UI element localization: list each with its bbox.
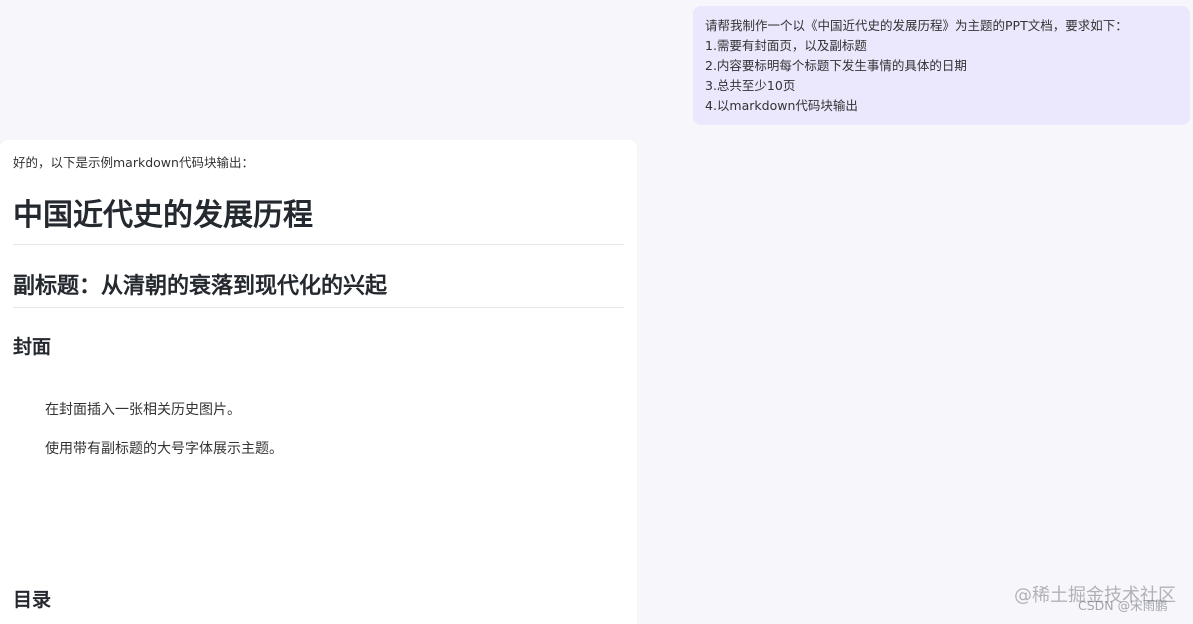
assistant-intro-text: 好的，以下是示例markdown代码块输出： xyxy=(13,155,254,170)
user-message-line: 1.需要有封面页，以及副标题 xyxy=(705,38,867,53)
markdown-h3-toc: 目录 xyxy=(13,589,52,611)
user-message-bubble: 请帮我制作一个以《中国近代史的发展历程》为主题的PPT文档，要求如下： 1.需要… xyxy=(693,6,1190,125)
watermark-csdn: CSDN @宋雨鹏 xyxy=(1078,598,1168,613)
markdown-h3-cover: 封面 xyxy=(13,336,52,358)
heading-divider xyxy=(13,244,624,245)
markdown-h2-subtitle: 副标题：从清朝的衰落到现代化的兴起 xyxy=(13,274,388,299)
chat-area: 请帮我制作一个以《中国近代史的发展历程》为主题的PPT文档，要求如下： 1.需要… xyxy=(0,0,1193,624)
heading-divider xyxy=(13,307,624,308)
user-message-line: 4.以markdown代码块输出 xyxy=(705,98,858,113)
user-message-line: 2.内容要标明每个标题下发生事情的具体的日期 xyxy=(705,58,967,73)
cover-point: 使用带有副标题的大号字体展示主题。 xyxy=(45,441,283,457)
cover-point: 在封面插入一张相关历史图片。 xyxy=(45,402,241,418)
user-message-line: 请帮我制作一个以《中国近代史的发展历程》为主题的PPT文档，要求如下： xyxy=(705,18,1128,33)
user-message-line: 3.总共至少10页 xyxy=(705,78,796,93)
markdown-h1-title: 中国近代史的发展历程 xyxy=(13,198,313,233)
assistant-message-bubble: 好的，以下是示例markdown代码块输出： 中国近代史的发展历程 副标题：从清… xyxy=(0,140,637,624)
